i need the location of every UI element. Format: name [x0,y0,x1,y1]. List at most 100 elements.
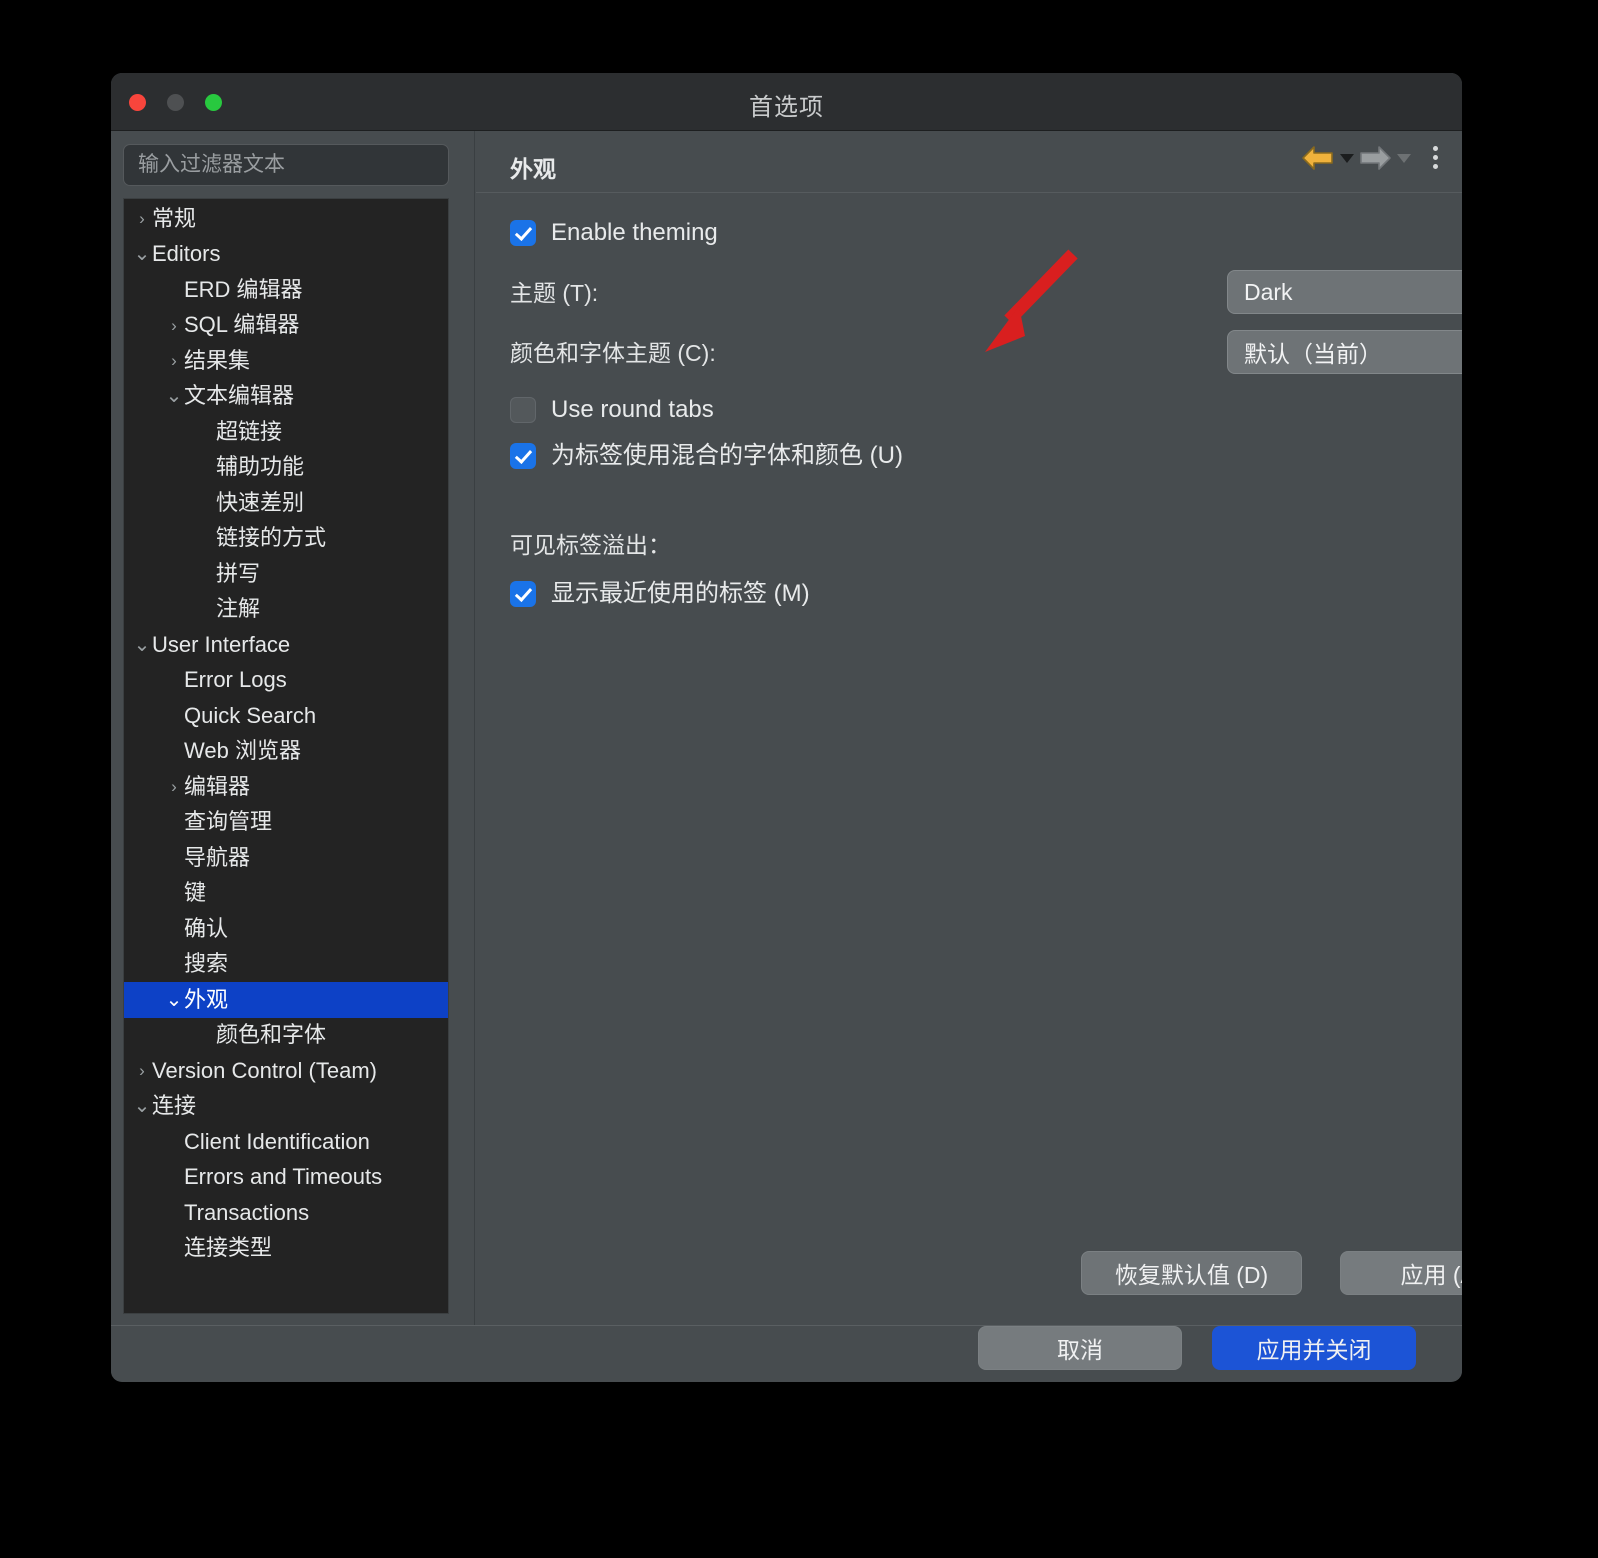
tree-item[interactable]: Error Logs [124,663,448,699]
enable-theming-label: Enable theming [551,219,718,246]
tree-item[interactable]: 搜索 [124,947,448,983]
tree-item[interactable]: › 结果集 [124,343,448,379]
tree-item-label: Version Control (Team) [152,1057,377,1083]
chevron-down-icon[interactable]: ⌄ [132,244,152,264]
color-font-theme-select-value: 默认（当前） [1244,341,1382,367]
tree-item[interactable]: › 编辑器 [124,769,448,805]
recent-tabs-row[interactable]: 显示最近使用的标签 (M) [510,578,1462,610]
tree-item-label: 链接的方式 [216,525,327,551]
mixed-fonts-row[interactable]: 为标签使用混合的字体和颜色 (U) [510,440,1462,472]
tree-item[interactable]: 确认 [124,911,448,947]
tree-item-label: 查询管理 [184,809,273,835]
tree-item[interactable]: › Version Control (Team) [124,1053,448,1089]
chevron-down-icon[interactable]: ⌄ [132,635,152,655]
back-dropdown-caret-icon[interactable] [1340,154,1354,163]
recent-tabs-label: 显示最近使用的标签 (M) [551,580,810,607]
tree-item[interactable]: Client Identification [124,1124,448,1160]
chevron-right-icon[interactable]: › [164,352,184,369]
theme-label: 主题 (T): [510,280,599,306]
tree-item[interactable]: › SQL 编辑器 [124,308,448,344]
chevron-right-icon[interactable]: › [164,778,184,795]
color-font-theme-select[interactable]: 默认（当前） [1227,330,1462,374]
chevron-right-icon[interactable]: › [164,317,184,334]
tree-item-label: 键 [184,880,207,906]
tree-item-label: 注解 [216,596,261,622]
tree-item[interactable]: ⌄ 外观 [124,982,448,1018]
forward-button[interactable] [1356,145,1413,171]
tree-item[interactable]: ⌄ 连接 [124,1089,448,1125]
color-font-theme-label: 颜色和字体主题 (C): [510,340,716,366]
round-tabs-checkbox[interactable] [510,397,536,423]
tree-item[interactable]: ⌄ 文本编辑器 [124,379,448,415]
window-title: 首选项 [749,94,824,121]
theme-select-value: Dark [1244,278,1293,305]
cancel-button[interactable]: 取消 [978,1326,1182,1370]
appearance-settings: Enable theming 主题 (T): Dark 颜色和字体主题 (C):… [476,193,1462,610]
chevron-right-icon[interactable]: › [132,1062,152,1079]
dialog-footer: 取消 应用并关闭 [111,1325,1462,1381]
kebab-menu-icon[interactable] [1427,142,1444,173]
tree-item-label: 常规 [152,205,197,231]
window-titlebar: 首选项 [111,73,1462,131]
restore-defaults-button[interactable]: 恢复默认值 (D) [1081,1251,1302,1295]
tree-item-label: User Interface [152,631,291,657]
enable-theming-row[interactable]: Enable theming [510,217,1462,249]
theme-field-row: 主题 (T): Dark [476,270,1462,316]
apply-and-close-button[interactable]: 应用并关闭 [1212,1326,1416,1370]
tree-item-label: 连接类型 [184,1235,273,1261]
theme-select[interactable]: Dark [1227,270,1462,314]
tree-item-label: 外观 [184,986,229,1012]
mixed-fonts-checkbox[interactable] [510,443,536,469]
forward-arrow-icon [1360,145,1391,170]
tree-item-label: 搜索 [184,951,229,977]
tab-overflow-section: 可见标签溢出： 显示最近使用的标签 (M) [476,526,1462,610]
chevron-down-icon[interactable]: ⌄ [164,990,184,1010]
tree-item-label: 超链接 [216,418,283,444]
tree-item[interactable]: 拼写 [124,556,448,592]
tree-item-label: 辅助功能 [216,454,305,480]
tree-item[interactable]: ⌄ User Interface [124,627,448,663]
tree-item-label: 结果集 [184,347,251,373]
back-button[interactable] [1299,145,1356,171]
tree-item-label: 颜色和字体 [216,1022,327,1048]
kebab-dot [1433,164,1438,169]
tree-item[interactable]: Errors and Timeouts [124,1160,448,1196]
tree-item[interactable]: 超链接 [124,414,448,450]
tree-item-label: Web 浏览器 [184,738,301,764]
tree-item[interactable]: 查询管理 [124,805,448,841]
tree-item[interactable]: 快速差别 [124,485,448,521]
tree-item-label: Editors [152,241,221,267]
tree-item[interactable]: 注解 [124,592,448,628]
apply-button[interactable]: 应用 (A) [1340,1251,1462,1295]
tree-item[interactable]: 连接类型 [124,1231,448,1267]
recent-tabs-checkbox[interactable] [510,581,536,607]
tree-item[interactable]: 颜色和字体 [124,1018,448,1054]
filter-input[interactable] [123,144,449,186]
chevron-down-icon[interactable]: ⌄ [164,386,184,406]
forward-dropdown-caret-icon[interactable] [1397,154,1411,163]
chevron-right-icon[interactable]: › [132,210,152,227]
header-toolbar [1299,142,1444,173]
preferences-sidebar: ›常规⌄EditorsERD 编辑器›SQL 编辑器›结果集⌄文本编辑器超链接辅… [111,131,475,1325]
tree-item[interactable]: › 常规 [124,201,448,237]
page-header: 外观 [476,131,1462,193]
kebab-dot [1433,155,1438,160]
tree-item[interactable]: 导航器 [124,840,448,876]
preferences-tree[interactable]: › 常规 ⌄ Editors ERD 编辑器 › SQL 编辑器 › 结果集 ⌄ 文本编辑器 超链接辅… [123,198,449,1314]
tree-item[interactable]: ERD 编辑器 [124,272,448,308]
tree-item[interactable]: ⌄ Editors [124,237,448,273]
round-tabs-row[interactable]: Use round tabs [510,394,1462,426]
tree-item[interactable]: Transactions [124,1195,448,1231]
preferences-window: 首选项 ›常规⌄EditorsERD 编辑器›SQL 编辑器›结果集⌄文本编辑器… [111,73,1462,1382]
window-body: ›常规⌄EditorsERD 编辑器›SQL 编辑器›结果集⌄文本编辑器超链接辅… [111,131,1462,1325]
tree-item-label: 确认 [184,915,229,941]
tree-item-label: Errors and Timeouts [184,1164,383,1190]
tree-item[interactable]: 链接的方式 [124,521,448,557]
chevron-down-icon[interactable]: ⌄ [132,1096,152,1116]
tree-item[interactable]: Quick Search [124,698,448,734]
tree-item-label: Quick Search [184,702,317,728]
enable-theming-checkbox[interactable] [510,220,536,246]
tree-item[interactable]: Web 浏览器 [124,734,448,770]
tree-item[interactable]: 键 [124,876,448,912]
tree-item[interactable]: 辅助功能 [124,450,448,486]
